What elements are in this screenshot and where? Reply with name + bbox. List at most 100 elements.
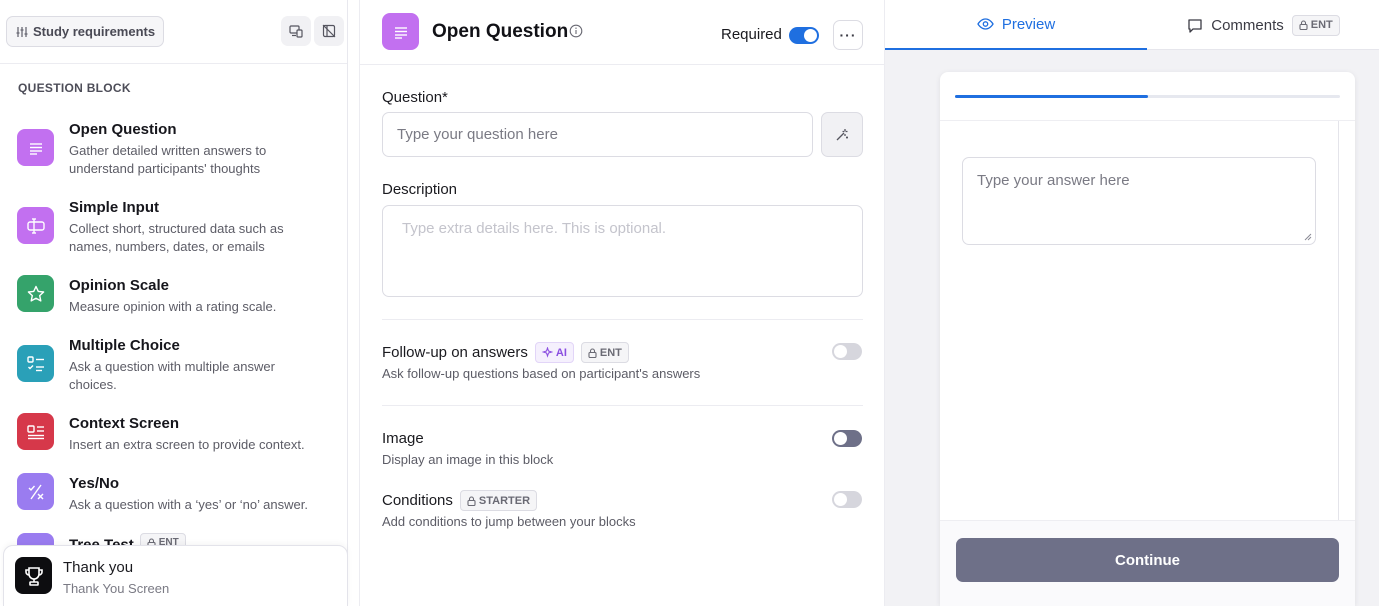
ent-tag-label: ENT: [599, 346, 622, 359]
ent-tag: ENT: [1291, 14, 1340, 36]
block-title: Open Question: [69, 121, 177, 138]
study-requirements-button[interactable]: Study requirements: [6, 16, 165, 47]
tab-comments[interactable]: Comments ENT: [1147, 0, 1379, 50]
required-toggle[interactable]: [789, 27, 819, 44]
eye-icon: [977, 18, 994, 30]
block-desc: Collect short, structured data such as n…: [69, 221, 284, 254]
block-title: Multiple Choice: [69, 337, 180, 354]
follow-up-desc: Ask follow-up questions based on partici…: [382, 366, 701, 381]
card-footer: Continue: [940, 520, 1355, 606]
tab-preview[interactable]: Preview: [885, 0, 1147, 50]
trophy-icon: [15, 557, 52, 594]
preview-card: Type your answer here Continue: [940, 72, 1355, 606]
star-icon: [17, 275, 54, 312]
study-requirements-label: Study requirements: [33, 24, 156, 39]
app-window: Study requirements QUESTION BLOCK Open Q…: [0, 0, 1379, 606]
block-list: Open Question Gather detailed written an…: [0, 108, 347, 548]
more-options-button[interactable]: ···: [833, 20, 863, 50]
block-editor-panel: Open Question Required ··· Question* Typ…: [359, 0, 884, 606]
conditions-desc: Add conditions to jump between your bloc…: [382, 514, 636, 529]
thank-you-title: Thank you: [63, 559, 134, 576]
block-item-simple-input[interactable]: Simple Input Collect short, structured d…: [0, 196, 347, 272]
info-icon[interactable]: [569, 24, 583, 38]
resize-handle-icon[interactable]: [1304, 233, 1312, 241]
lock-icon: [1299, 20, 1308, 30]
page-title: Open Question: [432, 21, 569, 42]
sliders-icon: [16, 26, 28, 37]
block-desc: Ask a question with a ‘yes’ or ‘no’ answ…: [69, 497, 308, 512]
ent-tag: ENT: [580, 342, 629, 363]
preview-tabs: Preview Comments ENT: [885, 0, 1379, 50]
follow-up-label: Follow-up on answers: [382, 344, 528, 361]
conditions-toggle[interactable]: [832, 491, 862, 508]
toggle-knob: [804, 29, 817, 42]
toggle-knob: [834, 493, 847, 506]
devices-button[interactable]: [281, 16, 311, 46]
description-input[interactable]: Type extra details here. This is optiona…: [382, 205, 863, 297]
article-icon: [17, 413, 54, 450]
conditions-title: Conditions STARTER: [382, 490, 538, 511]
continue-button[interactable]: Continue: [956, 538, 1339, 582]
conditions-label: Conditions: [382, 492, 453, 509]
question-label: Question*: [382, 89, 448, 106]
question-input[interactable]: Type your question here: [382, 112, 813, 157]
block-item-multiple-choice[interactable]: Multiple Choice Ask a question with mult…: [0, 334, 347, 410]
image-title: Image: [382, 430, 424, 447]
description-placeholder: Type extra details here. This is optiona…: [402, 220, 667, 237]
tab-comments-label: Comments: [1211, 16, 1284, 34]
image-toggle[interactable]: [832, 430, 862, 447]
divider: [382, 405, 863, 406]
magic-wand-icon: [836, 128, 848, 140]
block-desc: Gather detailed written answers to under…: [69, 143, 267, 176]
image-label: Image: [382, 430, 424, 447]
text-cursor-icon: [17, 207, 54, 244]
starter-tag-label: STARTER: [478, 494, 531, 507]
preview-panel: Preview Comments ENT Type your answer he…: [884, 0, 1379, 606]
question-placeholder: Type your question here: [397, 126, 558, 143]
toggle-knob: [834, 345, 847, 358]
block-title: Opinion Scale: [69, 277, 170, 294]
yes-no-icon: [17, 473, 54, 510]
comment-icon: [1188, 18, 1202, 33]
lines-icon: [17, 129, 54, 166]
block-title: Yes/No: [69, 475, 120, 492]
collapse-panel-button[interactable]: [314, 16, 344, 46]
lines-icon: [382, 13, 419, 50]
block-desc: Ask a question with multiple answer choi…: [69, 359, 275, 392]
answer-placeholder: Type your answer here: [977, 172, 1130, 189]
divider: [382, 319, 863, 320]
lock-icon: [588, 347, 597, 358]
starter-tag: STARTER: [459, 490, 538, 511]
editor-header: Open Question Required ···: [360, 0, 884, 65]
block-library-panel: Study requirements QUESTION BLOCK Open Q…: [0, 0, 348, 606]
ai-generate-button[interactable]: [821, 112, 863, 157]
tab-preview-label: Preview: [1001, 15, 1056, 33]
divider: [940, 120, 1355, 121]
description-label: Description: [382, 181, 458, 198]
more-icon: ···: [839, 27, 857, 43]
block-desc: Measure opinion with a rating scale.: [69, 299, 277, 314]
image-desc: Display an image in this block: [382, 452, 554, 467]
panel-off-icon: [322, 24, 336, 38]
ai-tag-label: AI: [555, 346, 567, 359]
toggle-knob: [834, 432, 847, 445]
scrollbar-track[interactable]: [1338, 121, 1339, 521]
devices-icon: [289, 25, 303, 38]
thank-you-subtitle: Thank You Screen: [63, 581, 170, 596]
block-item-open-question[interactable]: Open Question Gather detailed written an…: [0, 118, 347, 194]
ai-tag: AI: [534, 342, 574, 363]
follow-up-toggle[interactable]: [832, 343, 862, 360]
checklist-icon: [17, 345, 54, 382]
follow-up-title: Follow-up on answers AI ENT: [382, 342, 629, 363]
block-title: Context Screen: [69, 415, 180, 432]
progress-fill: [955, 95, 1148, 98]
section-label: QUESTION BLOCK: [18, 81, 131, 95]
progress-bar: [955, 95, 1340, 98]
ent-tag-label: ENT: [1310, 19, 1333, 31]
block-desc: Insert an extra screen to provide contex…: [69, 437, 305, 452]
required-label: Required: [721, 26, 782, 43]
block-title: Simple Input: [69, 199, 159, 216]
answer-textarea[interactable]: Type your answer here: [962, 157, 1316, 245]
left-toolbar: Study requirements: [0, 0, 347, 64]
thank-you-card[interactable]: Thank you Thank You Screen: [3, 545, 348, 606]
